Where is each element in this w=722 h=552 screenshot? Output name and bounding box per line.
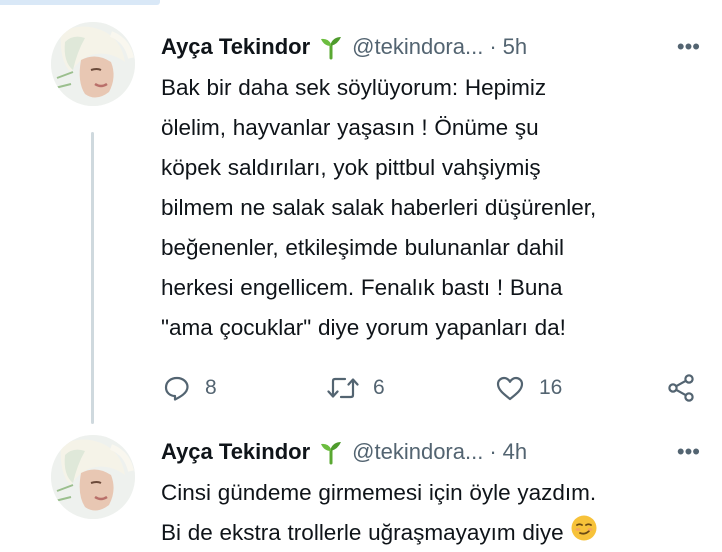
tweet-actions: 8 6 16 <box>161 372 706 404</box>
tweet-header: Ayça Tekindor @tekindora... · 4h ••• <box>161 437 706 467</box>
retweet-button[interactable]: 6 <box>327 374 385 402</box>
retweet-count: 6 <box>373 376 385 399</box>
tweet-text-line: Cinsi gündeme girmemesi için öyle yazdım… <box>161 480 597 505</box>
author-name[interactable]: Ayça Tekindor <box>161 437 310 467</box>
tweet-content: Ayça Tekindor @tekindora... · 5h ••• Bak… <box>161 32 706 402</box>
tweet-text: Cinsi gündeme girmemesi için öyle yazdım… <box>161 473 706 552</box>
like-count: 16 <box>539 376 563 399</box>
more-options-button[interactable]: ••• <box>677 32 700 62</box>
reply-icon <box>163 374 191 402</box>
reply-count: 8 <box>205 376 217 399</box>
share-button[interactable] <box>666 373 696 403</box>
seedling-icon <box>318 439 344 465</box>
separator-dot: · <box>489 439 497 464</box>
like-button[interactable]: 16 <box>495 374 562 402</box>
author-name[interactable]: Ayça Tekindor <box>161 32 310 62</box>
timestamp[interactable]: 4h <box>503 437 527 467</box>
author-handle[interactable]: @tekindora... <box>352 32 483 62</box>
retweet-icon <box>327 374 359 402</box>
avatar[interactable] <box>51 22 135 106</box>
tweet-text-line: Bi de ekstra trollerle uğraşmayayım diye <box>161 520 564 545</box>
tweet-thread-screenshot: Ayça Tekindor @tekindora... · 5h ••• Bak… <box>0 0 722 552</box>
tweet-header: Ayça Tekindor @tekindora... · 5h ••• <box>161 32 706 62</box>
avatar[interactable] <box>51 435 135 519</box>
more-options-button[interactable]: ••• <box>677 437 700 467</box>
heart-icon <box>495 374 525 402</box>
thread-line <box>91 132 94 424</box>
reply-button[interactable]: 8 <box>163 374 217 402</box>
tweet-text: Bak bir daha sek söylüyorum: Hepimiz öle… <box>161 75 597 340</box>
share-icon <box>666 373 696 403</box>
tweet-content: Ayça Tekindor @tekindora... · 4h ••• Cin… <box>161 437 706 552</box>
author-handle[interactable]: @tekindora... <box>352 437 483 467</box>
timestamp[interactable]: 5h <box>503 32 527 62</box>
separator-dot: · <box>489 34 497 59</box>
smirk-emoji <box>570 514 598 552</box>
top-accent-bar <box>0 0 160 5</box>
seedling-icon <box>318 34 344 60</box>
tweet-text-line-with-emoji: Bi de ekstra trollerle uğraşmayayım diye <box>161 513 706 552</box>
